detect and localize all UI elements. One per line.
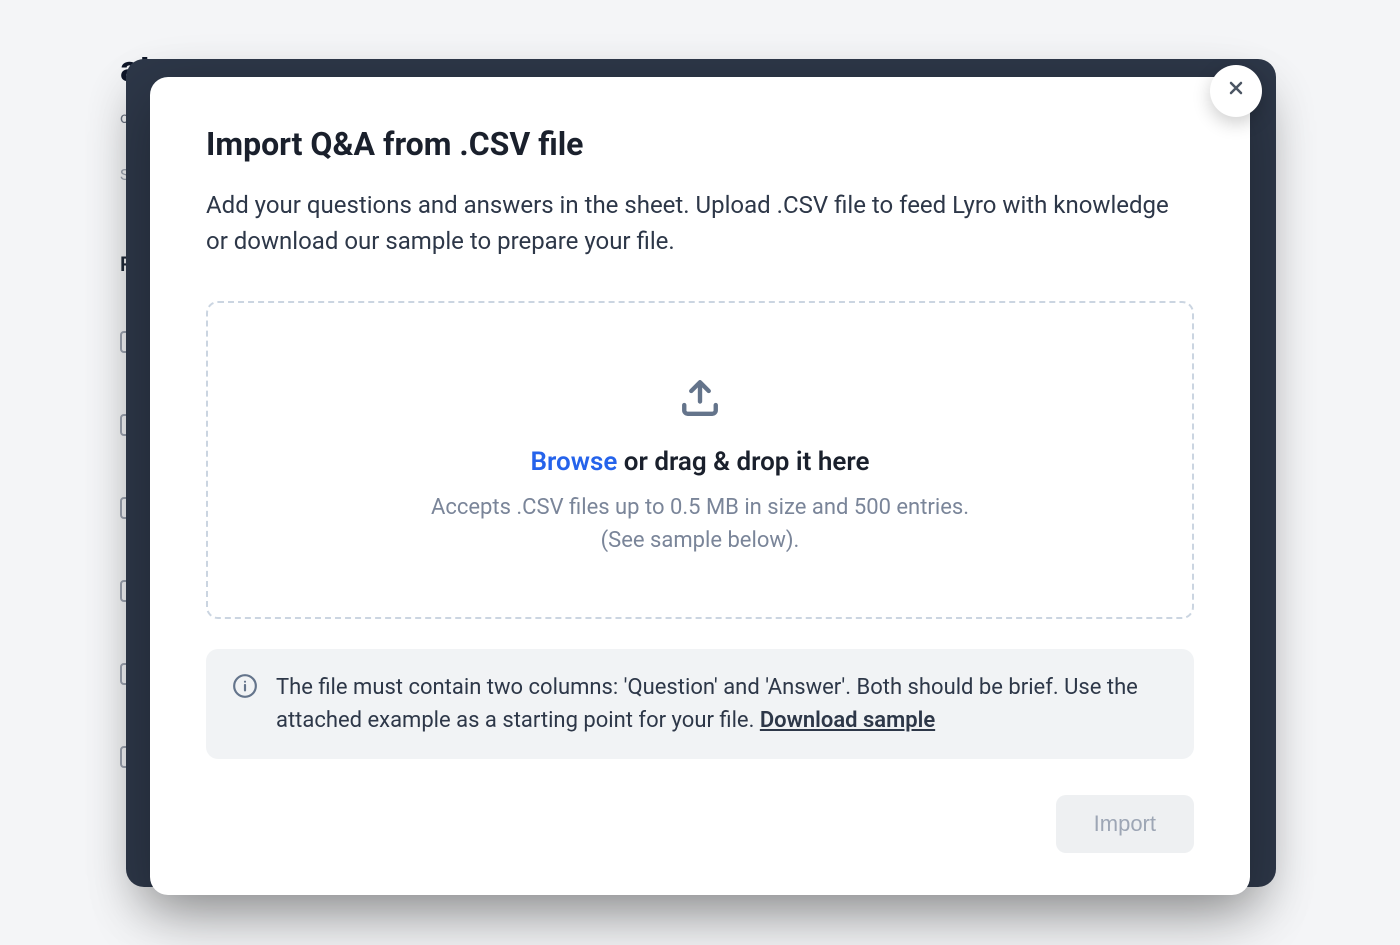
dropzone-action-text: Browse or drag & drop it here xyxy=(248,447,1152,477)
close-button[interactable] xyxy=(1210,65,1262,117)
info-icon xyxy=(232,673,258,699)
drop-label: or drag & drop it here xyxy=(617,447,869,477)
close-icon xyxy=(1226,78,1246,104)
dropzone-hint-line2: (See sample below). xyxy=(248,524,1152,557)
dropzone-hint-line1: Accepts .CSV files up to 0.5 MB in size … xyxy=(248,491,1152,524)
info-text: The file must contain two columns: 'Ques… xyxy=(276,671,1168,737)
download-sample-link[interactable]: Download sample xyxy=(760,708,935,733)
file-dropzone[interactable]: Browse or drag & drop it here Accepts .C… xyxy=(206,301,1194,619)
modal-footer: Import xyxy=(206,795,1194,853)
import-button[interactable]: Import xyxy=(1056,795,1194,853)
modal-title: Import Q&A from .CSV file xyxy=(206,125,1194,163)
dropzone-hint: Accepts .CSV files up to 0.5 MB in size … xyxy=(248,491,1152,557)
modal-description: Add your questions and answers in the sh… xyxy=(206,187,1194,259)
info-box: The file must contain two columns: 'Ques… xyxy=(206,649,1194,759)
upload-icon xyxy=(679,377,721,419)
info-text-content: The file must contain two columns: 'Ques… xyxy=(276,675,1138,733)
browse-link[interactable]: Browse xyxy=(531,447,618,477)
import-modal: Import Q&A from .CSV file Add your quest… xyxy=(150,77,1250,895)
